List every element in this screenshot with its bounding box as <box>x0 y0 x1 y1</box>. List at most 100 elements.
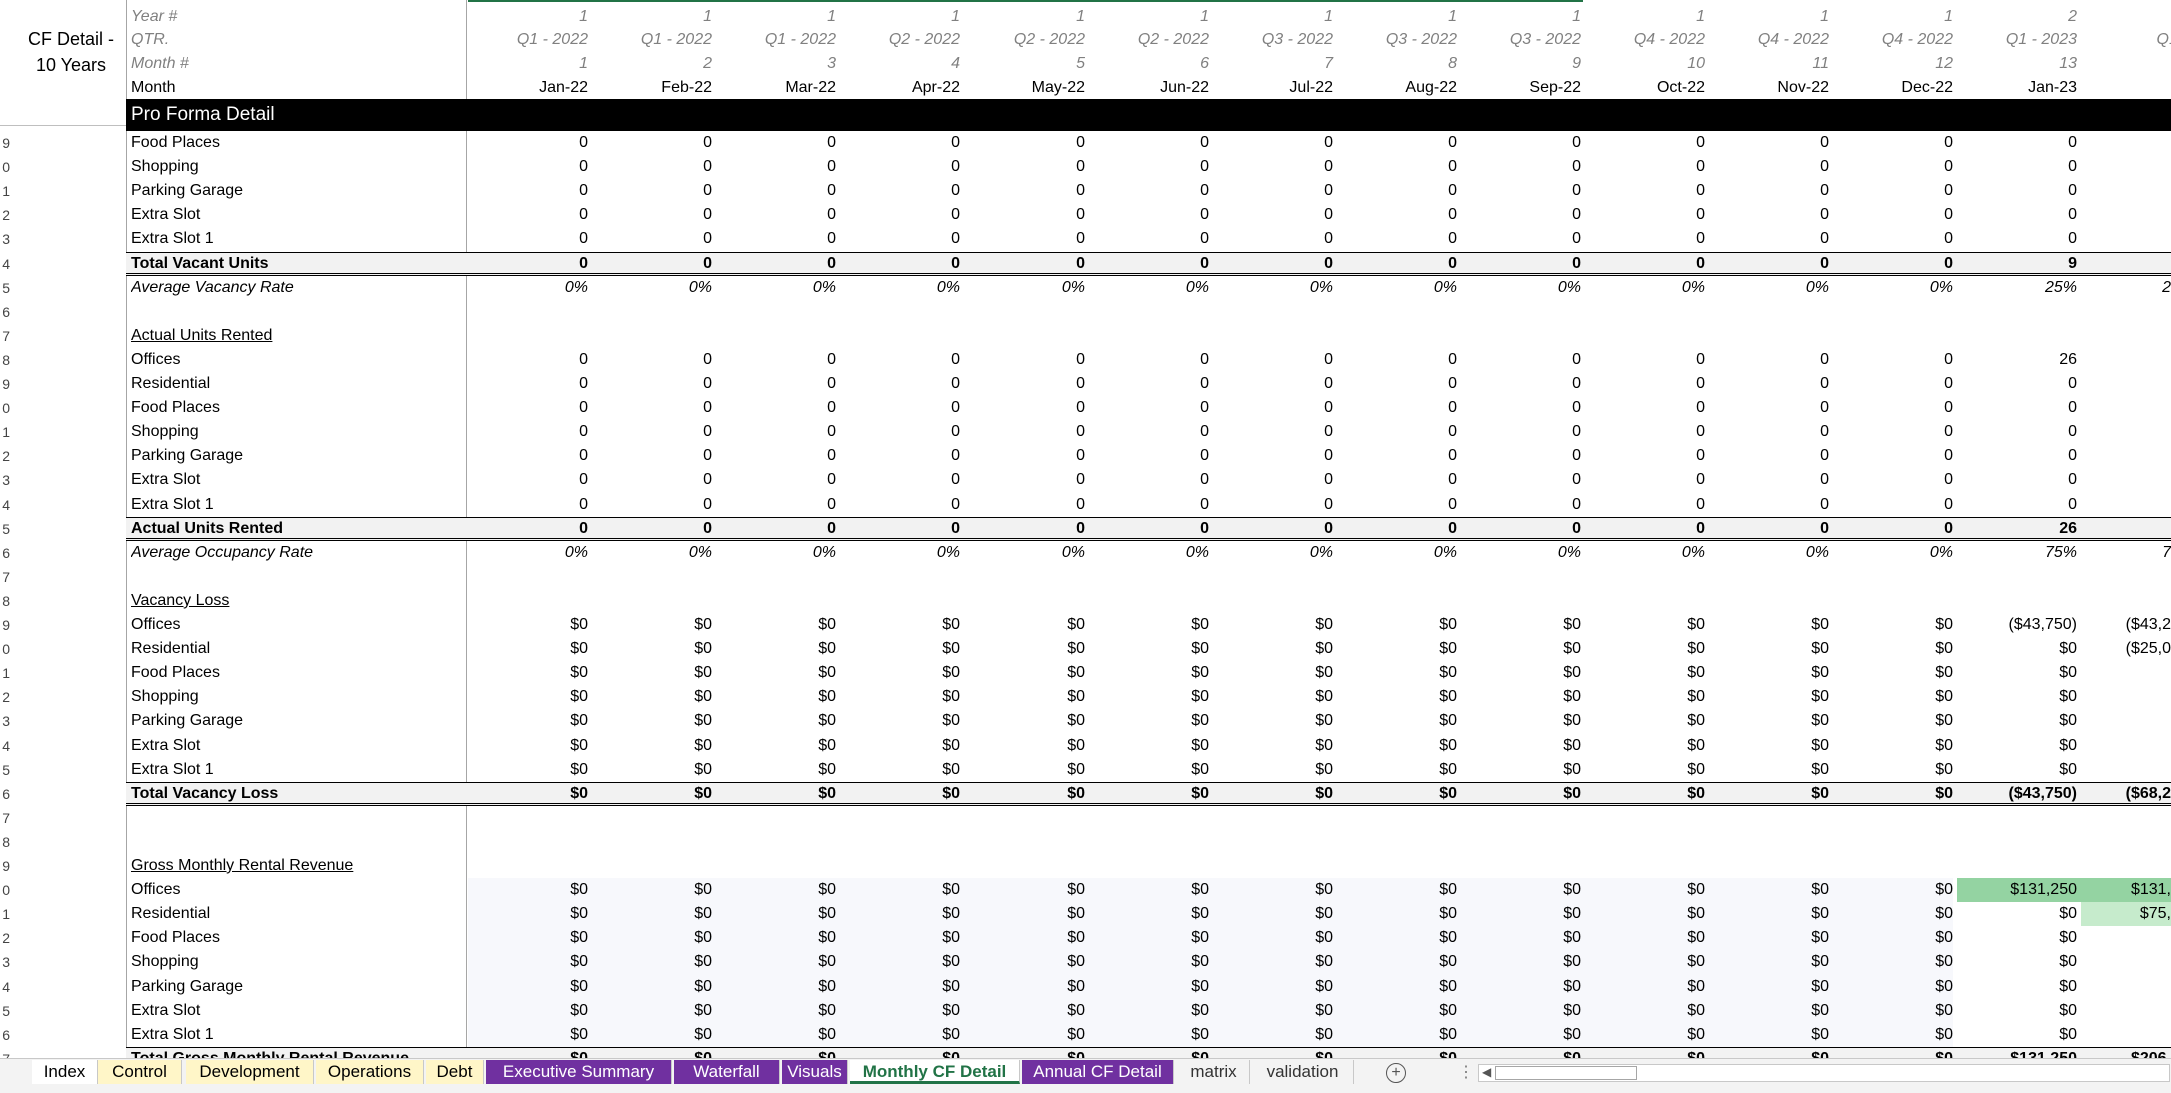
table-cell[interactable]: $0 <box>840 926 964 950</box>
table-cell[interactable]: $0 <box>1957 685 2081 709</box>
table-cell[interactable]: $0 <box>840 637 964 661</box>
table-cell[interactable]: $0 <box>468 878 592 902</box>
table-cell[interactable] <box>2081 252 2171 276</box>
table-cell[interactable]: $131,250 <box>1957 1047 2081 1058</box>
table-cell[interactable]: $0 <box>1957 709 2081 733</box>
table-cell[interactable]: 0 <box>1089 468 1213 492</box>
table-cell[interactable]: 0 <box>468 252 592 276</box>
table-cell[interactable]: $0 <box>1585 709 1709 733</box>
table-cell[interactable]: 0 <box>1337 131 1461 155</box>
table-cell[interactable]: $0 <box>1337 926 1461 950</box>
table-cell[interactable]: $0 <box>1461 926 1585 950</box>
table-cell[interactable]: 0 <box>716 396 840 420</box>
header-cell[interactable]: Q4 - 2022 <box>1585 28 1709 52</box>
table-cell[interactable]: 26 <box>1957 348 2081 372</box>
table-cell[interactable]: $131, <box>2081 878 2171 903</box>
table-cell[interactable]: 0 <box>468 517 592 541</box>
table-cell[interactable]: 0 <box>1461 227 1585 251</box>
table-cell[interactable]: 0 <box>1213 420 1337 444</box>
table-cell[interactable]: $0 <box>1957 999 2081 1023</box>
table-cell[interactable]: $0 <box>1585 878 1709 902</box>
table-cell[interactable]: $0 <box>1461 1047 1585 1058</box>
table-cell[interactable]: $0 <box>1337 613 1461 637</box>
table-cell[interactable]: $0 <box>468 1047 592 1058</box>
table-cell[interactable]: $0 <box>1089 637 1213 661</box>
table-cell[interactable] <box>2081 926 2171 950</box>
header-cell[interactable]: 2 <box>1957 5 2081 29</box>
table-cell[interactable]: $0 <box>1957 926 2081 950</box>
table-cell[interactable]: 0 <box>592 155 716 179</box>
table-cell[interactable]: 0 <box>1585 227 1709 251</box>
table-cell[interactable]: 0 <box>716 420 840 444</box>
table-cell[interactable]: 0 <box>1833 348 1957 372</box>
table-cell[interactable]: 0 <box>840 348 964 372</box>
table-cell[interactable]: $0 <box>1089 999 1213 1023</box>
table-cell[interactable]: $0 <box>1089 1023 1213 1047</box>
table-cell[interactable]: $0 <box>468 734 592 758</box>
table-cell[interactable]: 0 <box>1585 396 1709 420</box>
table-cell[interactable]: $0 <box>1957 637 2081 661</box>
table-cell[interactable]: $0 <box>1709 878 1833 902</box>
table-cell[interactable]: $0 <box>1833 734 1957 758</box>
table-cell[interactable]: $0 <box>965 902 1089 926</box>
table-cell[interactable]: 0% <box>1833 541 1957 565</box>
table-cell[interactable] <box>2081 444 2171 468</box>
header-cell[interactable] <box>2081 52 2171 76</box>
table-cell[interactable]: $0 <box>716 878 840 902</box>
header-cell[interactable]: Q1 - 2 <box>2081 28 2171 52</box>
table-cell[interactable]: 0 <box>965 517 1089 541</box>
table-cell[interactable]: $0 <box>468 950 592 974</box>
table-cell[interactable]: $0 <box>1213 1023 1337 1047</box>
table-cell[interactable]: $0 <box>1709 902 1833 926</box>
table-cell[interactable]: 0 <box>716 203 840 227</box>
table-cell[interactable]: 0 <box>1957 420 2081 444</box>
sheet-tab-monthly-cf-detail[interactable]: Monthly CF Detail <box>850 1060 1020 1084</box>
table-cell[interactable]: $0 <box>840 613 964 637</box>
header-cell[interactable]: Jul-22 <box>1213 76 1337 100</box>
header-cell[interactable]: Feb-22 <box>592 76 716 100</box>
table-cell[interactable]: $0 <box>965 950 1089 974</box>
header-cell[interactable]: 1 <box>1337 5 1461 29</box>
table-cell[interactable]: 0 <box>1585 517 1709 541</box>
table-cell[interactable]: 0 <box>592 227 716 251</box>
table-cell[interactable]: $0 <box>716 734 840 758</box>
table-cell[interactable]: 0 <box>1585 131 1709 155</box>
table-cell[interactable]: 0 <box>1833 493 1957 517</box>
table-cell[interactable]: $0 <box>1709 999 1833 1023</box>
table-cell[interactable]: $0 <box>1213 661 1337 685</box>
table-cell[interactable]: 0 <box>468 444 592 468</box>
table-cell[interactable]: 0 <box>1461 517 1585 541</box>
table-cell[interactable]: $0 <box>1213 685 1337 709</box>
table-cell[interactable] <box>2081 155 2171 179</box>
table-cell[interactable]: 0 <box>1833 420 1957 444</box>
table-cell[interactable]: 0% <box>1833 276 1957 300</box>
table-cell[interactable] <box>2081 734 2171 758</box>
table-cell[interactable]: 0 <box>468 493 592 517</box>
table-cell[interactable]: $0 <box>468 758 592 782</box>
table-cell[interactable]: $0 <box>1213 878 1337 902</box>
table-cell[interactable]: 0 <box>1585 203 1709 227</box>
table-cell[interactable]: $0 <box>1461 950 1585 974</box>
table-cell[interactable]: $0 <box>592 878 716 902</box>
table-cell[interactable]: $0 <box>1213 1047 1337 1058</box>
table-cell[interactable]: 0 <box>716 252 840 276</box>
table-cell[interactable]: $0 <box>468 661 592 685</box>
table-cell[interactable]: 0% <box>1585 276 1709 300</box>
table-cell[interactable]: $0 <box>1461 637 1585 661</box>
header-cell[interactable]: Nov-22 <box>1709 76 1833 100</box>
table-cell[interactable]: $0 <box>1461 975 1585 999</box>
table-cell[interactable] <box>2081 396 2171 420</box>
table-cell[interactable]: 0 <box>592 179 716 203</box>
table-cell[interactable]: $0 <box>1461 999 1585 1023</box>
table-cell[interactable]: $0 <box>468 637 592 661</box>
table-cell[interactable]: $0 <box>1089 734 1213 758</box>
table-cell[interactable]: $0 <box>1461 1023 1585 1047</box>
table-cell[interactable]: 0% <box>468 276 592 300</box>
header-cell[interactable]: Q2 - 2022 <box>965 28 1089 52</box>
table-cell[interactable]: 0 <box>468 203 592 227</box>
table-cell[interactable]: 0 <box>1089 372 1213 396</box>
header-cell[interactable]: Q3 - 2022 <box>1213 28 1337 52</box>
table-cell[interactable]: $0 <box>1585 1047 1709 1058</box>
table-cell[interactable]: $0 <box>1585 661 1709 685</box>
table-cell[interactable]: 25% <box>1957 276 2081 300</box>
